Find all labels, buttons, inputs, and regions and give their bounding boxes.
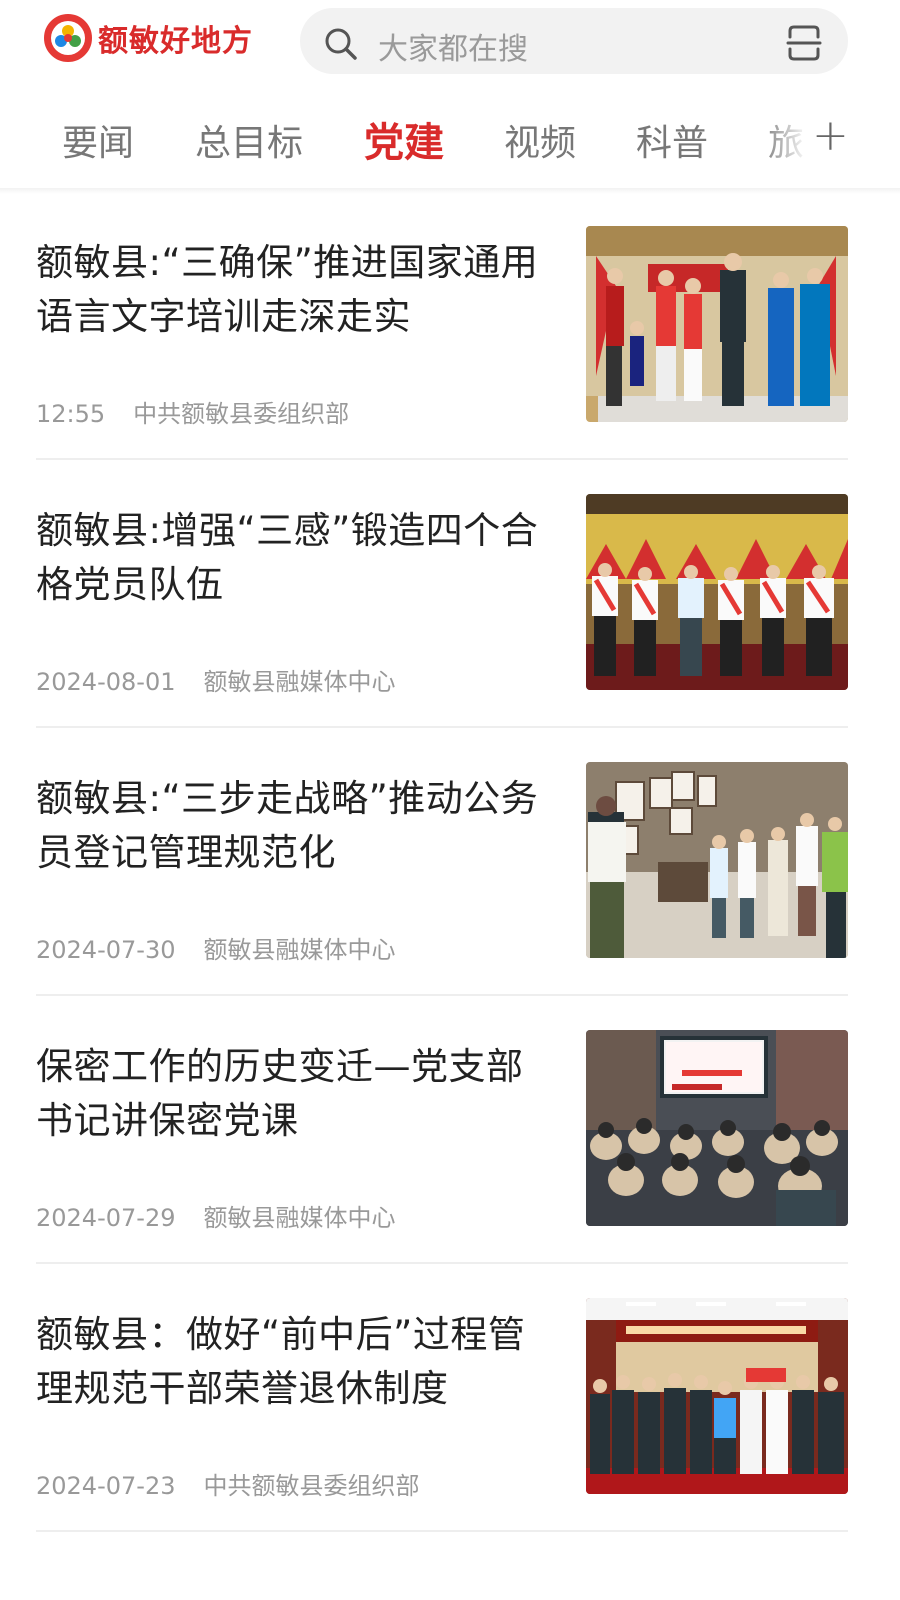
news-divider: [36, 1530, 848, 1532]
tab-yaowen[interactable]: 要闻: [62, 114, 134, 166]
news-item[interactable]: 额敏县:“三步走战略”推动公务员登记管理规范化 2024-07-30 额敏县融媒体…: [0, 762, 900, 1030]
news-thumbnail: [586, 762, 848, 958]
tab-zongmubiao[interactable]: 总目标: [195, 114, 303, 166]
news-time: 2024-07-29: [36, 1204, 176, 1232]
channel-tabs: | 要闻 总目标 党建 视频 科普 旅 +: [0, 100, 900, 186]
add-channel-button[interactable]: +: [808, 110, 849, 161]
news-meta: 2024-07-30 额敏县融媒体中心: [36, 930, 395, 965]
news-thumbnail: [586, 226, 848, 422]
app-header: 额敏好地方 大家都在搜: [0, 0, 900, 80]
search-icon: [322, 25, 360, 67]
scan-icon[interactable]: [784, 23, 824, 67]
tab-shipin[interactable]: 视频: [504, 114, 576, 166]
news-title: 额敏县：做好“前中后”过程管理规范干部荣誉退休制度: [36, 1313, 526, 1410]
news-thumbnail: [586, 1030, 848, 1226]
news-item[interactable]: 额敏县:增强“三感”锻造四个合格党员队伍 2024-08-01 额敏县融媒体中心: [0, 494, 900, 762]
news-source: 中共额敏县委组织部: [203, 1472, 420, 1500]
news-item[interactable]: 额敏县：做好“前中后”过程管理规范干部荣誉退休制度 2024-07-23 中共额敏…: [0, 1298, 900, 1566]
news-divider: [36, 726, 848, 728]
tab-kepu[interactable]: 科普: [636, 114, 708, 166]
news-source: 额敏县融媒体中心: [203, 936, 396, 964]
tab-strip: | 要闻 总目标 党建 视频 科普 旅 +: [0, 100, 900, 186]
news-time: 12:55: [36, 400, 106, 428]
news-meta: 12:55 中共额敏县委组织部: [36, 394, 349, 429]
news-source: 额敏县融媒体中心: [203, 668, 396, 696]
app-logo[interactable]: 额敏好地方: [44, 14, 253, 62]
news-source: 额敏县融媒体中心: [203, 1204, 396, 1232]
news-title: 额敏县:增强“三感”锻造四个合格党员队伍: [36, 509, 539, 606]
news-divider: [36, 458, 848, 460]
news-title: 额敏县:“三步走战略”推动公务员登记管理规范化: [36, 777, 539, 874]
news-time: 2024-07-23: [36, 1472, 176, 1500]
news-time: 2024-07-30: [36, 936, 176, 964]
news-divider: [36, 1262, 848, 1264]
news-meta: 2024-07-23 中共额敏县委组织部: [36, 1466, 419, 1501]
news-item[interactable]: 保密工作的历史变迁—党支部书记讲保密党课 2024-07-29 额敏县融媒体中心: [0, 1030, 900, 1298]
news-source: 中共额敏县委组织部: [133, 400, 350, 428]
news-item[interactable]: 额敏县:“三确保”推进国家通用语言文字培训走深走实 12:55 中共额敏县委组织部: [0, 226, 900, 494]
logo-icon: [44, 14, 92, 62]
news-meta: 2024-07-29 额敏县融媒体中心: [36, 1198, 395, 1233]
tabs-divider: [0, 188, 900, 194]
news-time: 2024-08-01: [36, 668, 176, 696]
news-title: 额敏县:“三确保”推进国家通用语言文字培训走深走实: [36, 241, 539, 338]
tab-dangjian[interactable]: 党建: [364, 110, 444, 168]
app-name: 额敏好地方: [98, 24, 253, 59]
news-title: 保密工作的历史变迁—党支部书记讲保密党课: [36, 1045, 524, 1142]
news-thumbnail: [586, 494, 848, 690]
news-thumbnail: [586, 1298, 848, 1494]
news-divider: [36, 994, 848, 996]
search-bar[interactable]: 大家都在搜: [300, 8, 848, 74]
news-meta: 2024-08-01 额敏县融媒体中心: [36, 662, 395, 697]
search-placeholder: 大家都在搜: [378, 32, 528, 67]
